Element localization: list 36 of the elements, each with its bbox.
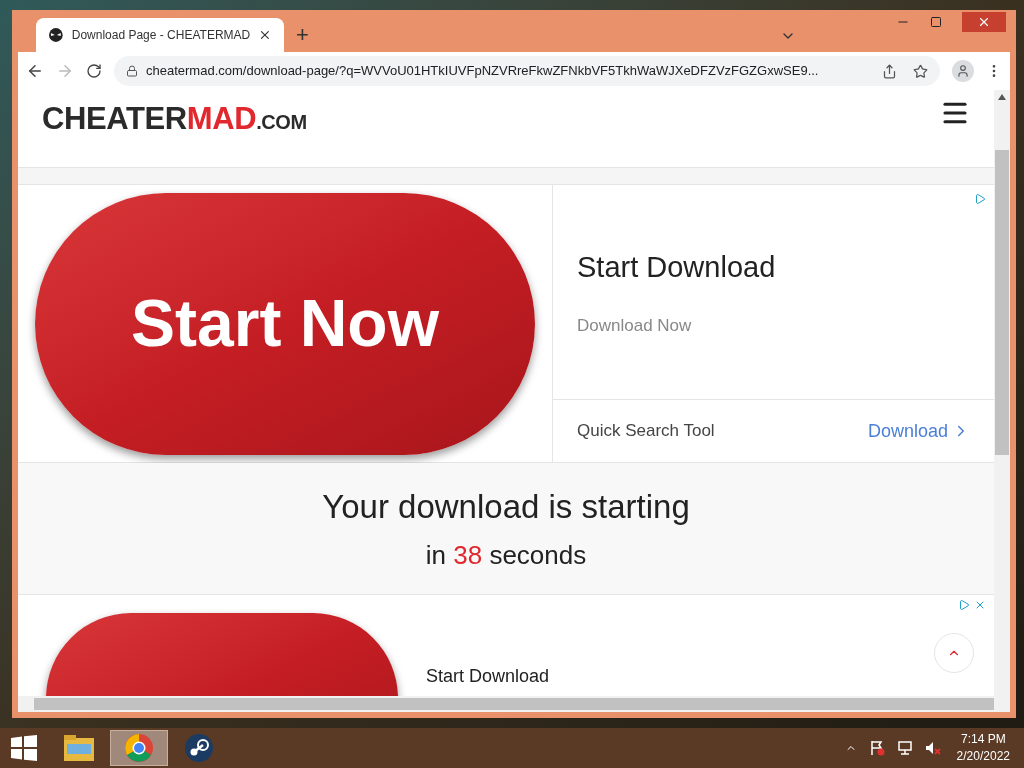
ad-choices-icon[interactable]: [974, 193, 986, 205]
horizontal-scrollbar[interactable]: [18, 696, 1010, 712]
lock-icon[interactable]: [126, 65, 138, 77]
chrome-icon: [124, 733, 154, 763]
vertical-scrollbar[interactable]: [994, 90, 1010, 696]
share-icon[interactable]: [882, 63, 897, 79]
reload-icon[interactable]: [86, 63, 102, 79]
close-icon: [977, 15, 991, 29]
profile-icon[interactable]: [952, 60, 974, 82]
start-now-button[interactable]: Start Now: [35, 192, 535, 455]
windows-start-icon[interactable]: [11, 735, 37, 761]
download-link[interactable]: Download: [867, 417, 970, 445]
download-heading: Your download is starting: [322, 487, 690, 528]
site-logo[interactable]: CHEATERMAD.COM: [42, 96, 307, 143]
ad-subtitle: Download Now: [577, 315, 693, 337]
flag-icon[interactable]: [868, 740, 885, 756]
countdown-text: in 38 seconds: [425, 538, 587, 572]
ad-title[interactable]: Start Download: [426, 663, 550, 690]
folder-icon: [63, 734, 95, 762]
back-icon[interactable]: [26, 62, 44, 80]
muted-speaker-icon[interactable]: [924, 740, 941, 756]
browser-tab[interactable]: Download Page - CHEATERMAD: [36, 18, 284, 52]
address-bar[interactable]: cheatermad.com/download-page/?q=WVVoU01HTkIUVFpNZVRreFkwZFNkbVF5TkhWaWJXeDFZVzFGZGxwSE9...: [114, 56, 940, 86]
clock[interactable]: 7:14 PM 2/20/2022: [956, 731, 1010, 765]
scroll-up-icon[interactable]: [998, 94, 1006, 100]
network-icon[interactable]: [896, 740, 913, 756]
bookmark-icon[interactable]: [913, 63, 928, 79]
steam-icon: [184, 733, 214, 763]
ad-choices-icon[interactable]: [958, 599, 970, 611]
ad-title[interactable]: Start Download: [577, 245, 970, 289]
maximize-icon[interactable]: [930, 16, 942, 28]
ad-footer-label: Quick Search Tool: [577, 420, 715, 443]
new-tab-button[interactable]: +: [296, 24, 309, 46]
close-icon[interactable]: [258, 28, 272, 42]
close-ad-icon[interactable]: [974, 599, 986, 611]
mask-icon: [48, 27, 64, 43]
